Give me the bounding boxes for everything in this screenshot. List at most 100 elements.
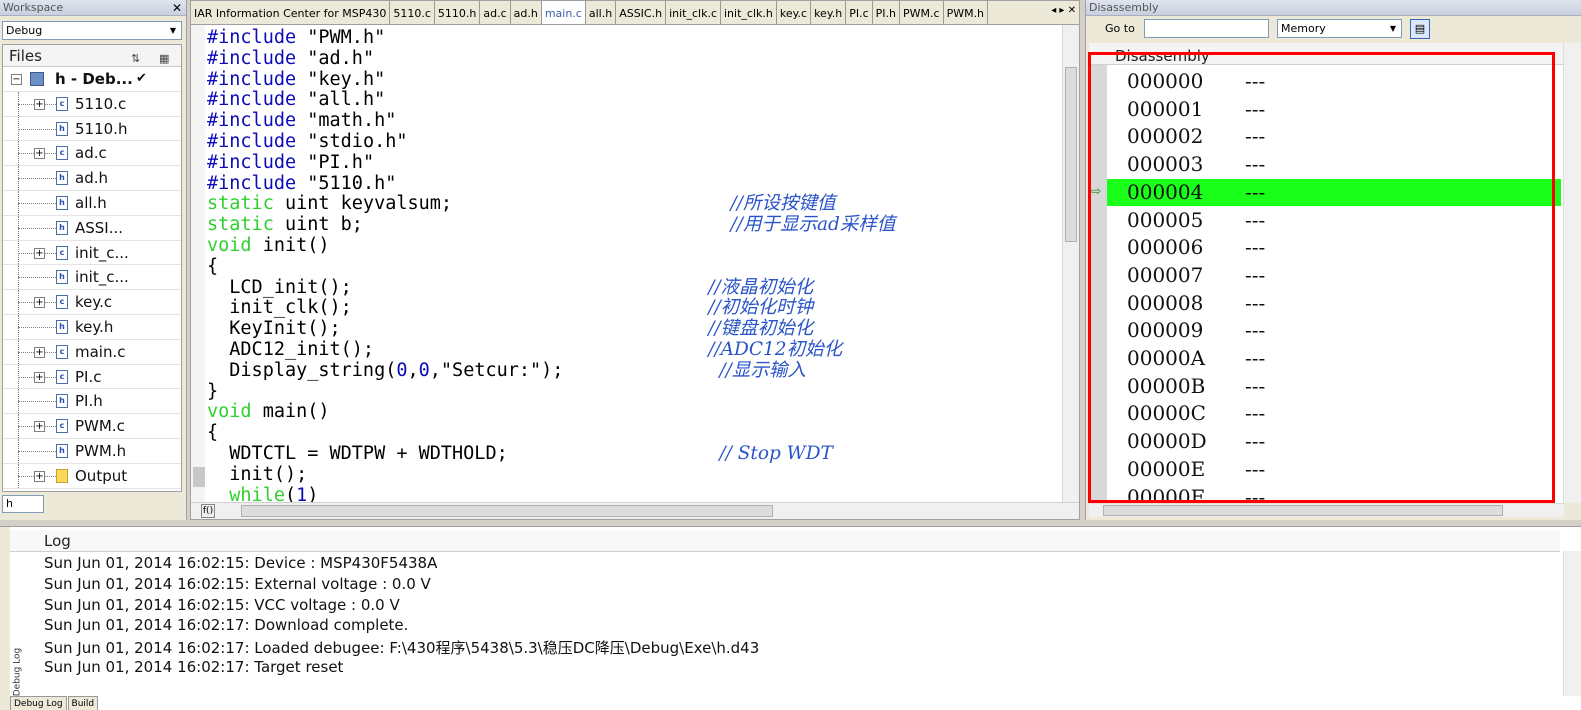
tree-item[interactable]: h PI.h — [3, 389, 181, 415]
disassembly-address: 000003 — [1127, 152, 1204, 177]
editor-tab[interactable]: all.h — [586, 1, 617, 24]
code-token: static — [207, 214, 285, 236]
tree-item[interactable]: h all.h — [3, 190, 181, 216]
collapse-icon[interactable]: − — [11, 74, 22, 85]
disassembly-row[interactable]: 000000 --- — [1107, 68, 1561, 96]
editor-tab[interactable]: 5110.h — [435, 1, 481, 24]
disassembly-horizontal-scrollbar[interactable] — [1089, 503, 1564, 517]
disassembly-row[interactable]: 000004 --- — [1107, 178, 1561, 207]
tree-item[interactable]: + c main.c — [3, 339, 181, 365]
editor-tab[interactable]: key.c — [777, 1, 812, 24]
editor-tab[interactable]: ad.h — [511, 1, 542, 24]
close-icon[interactable]: ✕ — [172, 0, 182, 16]
disassembly-row[interactable]: 000002 --- — [1107, 123, 1561, 151]
disassembly-instruction: --- — [1245, 96, 1266, 121]
disassembly-row[interactable]: 000007 --- — [1107, 262, 1561, 290]
disassembly-row[interactable]: 000005 --- — [1107, 207, 1561, 235]
code-area[interactable]: #include "PWM.h" #include "ad.h" #include … — [207, 28, 1067, 502]
code-token: ,"Setcur:"); — [429, 359, 720, 381]
file-icon: h — [56, 443, 68, 458]
tree-item[interactable]: + c key.c — [3, 290, 181, 315]
tree-line — [18, 202, 58, 204]
goto-label: Go to — [1105, 22, 1135, 35]
expand-icon[interactable]: + — [34, 148, 45, 160]
disassembly-row[interactable]: 000003 --- — [1107, 151, 1561, 179]
code-line: #include "ad.h" — [207, 48, 374, 70]
tree-item[interactable]: + Output — [3, 463, 181, 489]
tab-scroll-controls[interactable]: ◂ ▸ ✕ — [1051, 1, 1076, 21]
disassembly-row[interactable]: 000008 --- — [1107, 290, 1561, 318]
disassembly-row[interactable]: 00000C --- — [1107, 400, 1561, 428]
disassembly-options-button[interactable]: ▤ — [1410, 19, 1430, 39]
editor-tab[interactable]: key.h — [811, 1, 847, 24]
editor-tab[interactable]: init_clk.h — [721, 1, 777, 24]
editor-tab[interactable]: PWM.c — [900, 1, 944, 24]
disassembly-row[interactable]: 000006 --- — [1107, 234, 1561, 262]
disassembly-row[interactable]: 00000F --- — [1107, 484, 1561, 504]
expand-icon[interactable]: + — [34, 371, 45, 383]
tree-item[interactable]: h PWM.h — [3, 438, 181, 464]
editor-vertical-scroll-thumb[interactable] — [1065, 67, 1077, 242]
editor-horizontal-scroll-thumb[interactable] — [241, 505, 773, 517]
tree-item[interactable]: h ASSI... — [3, 215, 181, 241]
log-tab[interactable]: Build — [67, 696, 99, 710]
tree-project-root[interactable]: − h - Deb... ✔ — [3, 67, 181, 92]
tree-item[interactable]: h init_c... — [3, 265, 181, 291]
code-token: //键盘初始化 — [708, 318, 814, 340]
editor-horizontal-scrollbar[interactable]: f() — [191, 502, 1079, 519]
disassembly-row[interactable]: 00000B --- — [1107, 373, 1561, 401]
file-icon: c — [56, 369, 68, 384]
disassembly-vertical-scrollbar[interactable] — [1563, 43, 1581, 503]
editor-tab[interactable]: PI.h — [873, 1, 901, 24]
disassembly-row[interactable]: 00000E --- — [1107, 456, 1561, 484]
editor-tab[interactable]: ad.c — [480, 1, 511, 24]
tree-item[interactable]: + c PI.c — [3, 364, 181, 390]
configuration-select[interactable]: Debug ▼ — [2, 21, 182, 40]
code-token: "5110.h" — [307, 172, 397, 194]
expand-icon[interactable]: + — [34, 98, 45, 110]
code-token: 1 — [296, 484, 308, 502]
editor-tab[interactable]: main.c — [541, 1, 586, 24]
editor-tab[interactable]: ASSIC.h — [616, 1, 667, 24]
log-tab[interactable]: Debug Log — [10, 696, 67, 710]
tree-item[interactable]: h key.h — [3, 314, 181, 340]
expand-icon[interactable]: + — [34, 297, 45, 309]
tree-item[interactable]: + c init_c... — [3, 240, 181, 266]
editor-tab[interactable]: 5110.c — [390, 1, 435, 24]
disassembly-horizontal-scroll-thumb[interactable] — [1103, 505, 1503, 516]
disassembly-row[interactable]: 00000A --- — [1107, 345, 1561, 373]
disassembly-row[interactable]: 000009 --- — [1107, 317, 1561, 345]
tree-line — [18, 450, 58, 452]
editor-tab[interactable]: IAR Information Center for MSP430 — [191, 1, 391, 24]
memory-select[interactable]: Memory ▼ — [1277, 19, 1402, 38]
log-vertical-scrollbar[interactable] — [1563, 551, 1581, 696]
disassembly-row[interactable]: 00000D --- — [1107, 428, 1561, 456]
checkmark-icon: ✔ — [136, 71, 147, 86]
tree-item[interactable]: h 5110.h — [3, 116, 181, 142]
expand-icon[interactable]: + — [34, 470, 45, 482]
code-token: 0 — [396, 359, 408, 381]
code-line: #include "all.h" — [207, 89, 385, 111]
expand-icon[interactable]: + — [34, 421, 45, 433]
code-token: #include — [207, 68, 308, 90]
file-filter-input[interactable]: h — [2, 495, 44, 513]
goto-input[interactable] — [1144, 19, 1269, 38]
project-icon — [30, 72, 44, 86]
expand-icon[interactable]: + — [34, 247, 45, 259]
code-token: void — [207, 235, 263, 256]
tree-item-label: ad.c — [75, 144, 107, 163]
editor-tab[interactable]: PWM.h — [944, 1, 989, 24]
editor-vertical-scrollbar[interactable] — [1062, 25, 1079, 502]
editor-tab[interactable]: PI.c — [846, 1, 873, 24]
files-header: Files ⇅ ▦ — [3, 45, 181, 67]
editor-tab[interactable]: init_clk.c — [666, 1, 721, 24]
disassembly-row[interactable]: 000001 --- — [1107, 96, 1561, 124]
code-line: void init() — [207, 235, 330, 257]
tree-item[interactable]: + c PWM.c — [3, 414, 181, 439]
tree-item[interactable]: + c 5110.c — [3, 91, 181, 117]
tree-item-label: PI.c — [75, 367, 102, 386]
tree-item[interactable]: h ad.h — [3, 166, 181, 191]
function-list-button[interactable]: f() — [201, 504, 215, 518]
expand-icon[interactable]: + — [34, 346, 45, 358]
tree-item[interactable]: + c ad.c — [3, 141, 181, 167]
